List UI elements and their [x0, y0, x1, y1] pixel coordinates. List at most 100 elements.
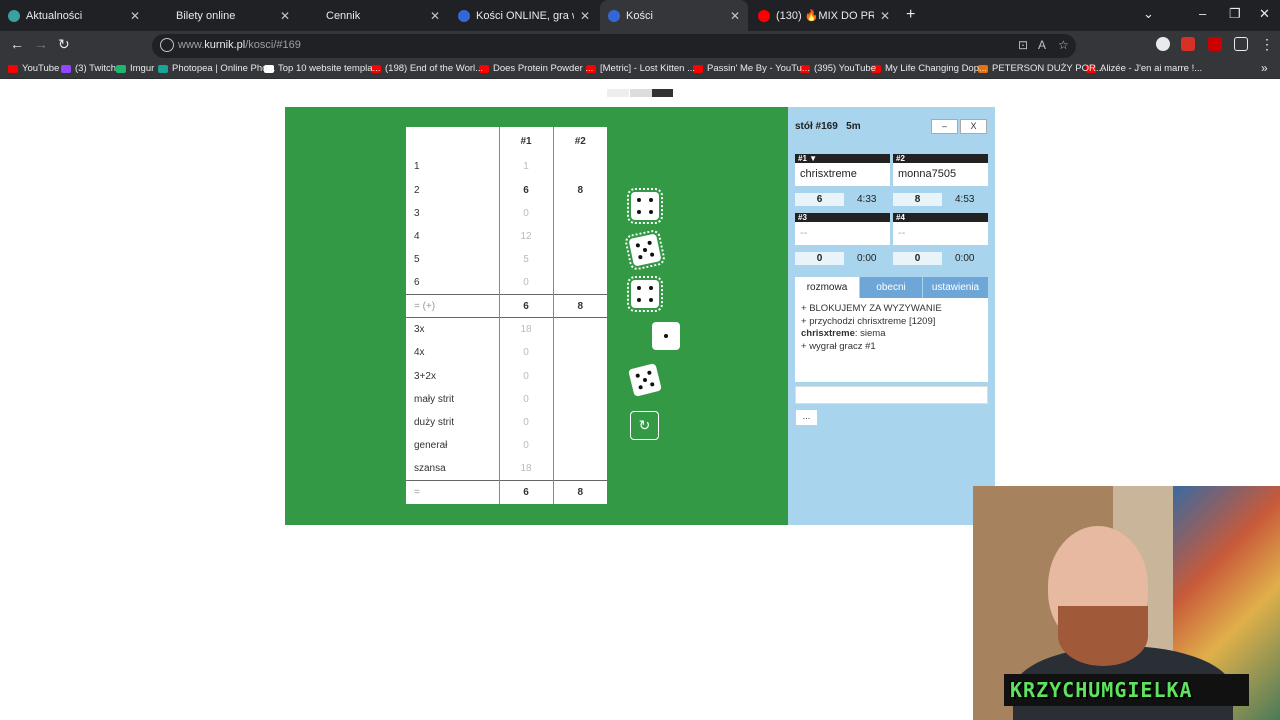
- browser-tab[interactable]: Bilety online ✕: [150, 0, 298, 31]
- tab-close-icon[interactable]: ✕: [730, 9, 740, 23]
- die-pip: [638, 254, 643, 260]
- browser-tab[interactable]: Kości ONLINE, gra w kości, zagr ✕: [450, 0, 598, 31]
- die[interactable]: [627, 276, 663, 312]
- score-cell-player2[interactable]: 8: [553, 179, 607, 202]
- bookmark-item[interactable]: Photopea | Online Pho...: [158, 63, 275, 74]
- browser-tab[interactable]: Cennik ✕: [300, 0, 448, 31]
- score-cell-player1[interactable]: 0: [499, 271, 554, 295]
- more-button[interactable]: ...: [796, 410, 817, 425]
- player-name[interactable]: --: [893, 222, 988, 245]
- tab-close-icon[interactable]: ✕: [130, 9, 140, 23]
- player-slot-header[interactable]: #2: [893, 154, 988, 163]
- score-cell-player2[interactable]: [553, 317, 607, 342]
- player-slot-header[interactable]: #1 ▼: [795, 154, 890, 163]
- score-cell-player1[interactable]: 0: [499, 387, 554, 411]
- score-cell-player2[interactable]: [553, 202, 607, 225]
- bookmark-item[interactable]: Imgur: [116, 63, 154, 74]
- tab-close-icon[interactable]: ✕: [580, 9, 590, 23]
- tab-search-icon[interactable]: ⌄: [1143, 6, 1154, 22]
- score-cell-player1[interactable]: 0: [499, 341, 554, 365]
- address-bar[interactable]: www.kurnik.pl/kosci/#169 ⊡ A ☆: [152, 34, 1076, 58]
- panel-tab-rozmowa[interactable]: rozmowa: [795, 277, 859, 298]
- chat-author[interactable]: chrisxtreme: [801, 328, 855, 339]
- tab-close-icon[interactable]: ✕: [880, 9, 890, 23]
- browser-tab[interactable]: Kości ✕: [600, 0, 748, 31]
- score-cell-player2[interactable]: [553, 411, 607, 434]
- install-icon[interactable]: ⊡: [1018, 38, 1028, 52]
- die-pip: [642, 377, 648, 383]
- die[interactable]: [623, 228, 667, 272]
- panel-tab-ustawienia[interactable]: ustawienia: [923, 277, 988, 298]
- die[interactable]: [627, 188, 663, 224]
- roll-button[interactable]: ↻: [630, 411, 659, 440]
- score-cell-player2[interactable]: [553, 388, 607, 411]
- new-tab-button[interactable]: +: [906, 6, 915, 24]
- score-cell-player2[interactable]: [553, 364, 607, 387]
- bookmark-item[interactable]: Passin' Me By - YouTu...: [693, 63, 810, 74]
- extension-adblock-icon[interactable]: [1181, 37, 1195, 51]
- translate-icon[interactable]: A: [1038, 38, 1046, 52]
- restore-window-icon[interactable]: ❐: [1229, 6, 1241, 22]
- bookmark-item[interactable]: PETERSON DUŻY POR...: [978, 63, 1104, 74]
- minimize-window-icon[interactable]: –: [1199, 6, 1206, 21]
- bookmark-item[interactable]: (3) Twitch: [61, 63, 116, 74]
- bookmark-item[interactable]: (395) YouTube: [800, 63, 876, 74]
- menu-kebab-icon[interactable]: ⋮: [1260, 36, 1274, 53]
- score-cell-player1[interactable]: 1: [499, 155, 554, 179]
- chat-message: + przychodzi chrisxtreme [1209]: [801, 316, 982, 329]
- extensions-puzzle-icon[interactable]: [1234, 37, 1248, 51]
- score-cell-player1[interactable]: 0: [499, 364, 554, 388]
- browser-tab[interactable]: Aktualności ✕: [0, 0, 148, 31]
- player-name[interactable]: monna7505: [893, 163, 988, 186]
- minimize-button[interactable]: –: [931, 119, 958, 134]
- webcam-person-beard: [1058, 606, 1148, 666]
- score-cell-player2[interactable]: [553, 434, 607, 457]
- close-button[interactable]: X: [960, 119, 987, 134]
- score-cell-player1[interactable]: 6: [499, 480, 554, 504]
- reload-icon[interactable]: ↻: [58, 36, 70, 53]
- score-cell-player2[interactable]: [553, 271, 607, 294]
- score-cell-player1[interactable]: 0: [499, 434, 554, 458]
- player-name[interactable]: chrisxtreme: [795, 163, 890, 186]
- player-slot-header[interactable]: #3: [795, 213, 890, 222]
- extension-youtube-icon[interactable]: [1208, 37, 1222, 51]
- close-window-icon[interactable]: ✕: [1259, 6, 1270, 22]
- forward-icon[interactable]: →: [34, 36, 48, 52]
- score-cell-player1[interactable]: 6: [499, 178, 554, 202]
- bookmark-item[interactable]: YouTube: [8, 63, 59, 74]
- score-cell-player2[interactable]: 8: [553, 294, 607, 318]
- browser-tab[interactable]: (130) 🔥MIX DO PRZETWA ✕: [750, 0, 898, 31]
- back-icon[interactable]: ←: [10, 36, 24, 52]
- player-name[interactable]: --: [795, 222, 890, 245]
- panel-tab-obecni[interactable]: obecni: [860, 277, 922, 298]
- score-cell-player2[interactable]: [553, 248, 607, 271]
- die[interactable]: [652, 322, 680, 350]
- tab-close-icon[interactable]: ✕: [430, 9, 440, 23]
- score-cell-player2[interactable]: [553, 341, 607, 364]
- bookmark-item[interactable]: Does Protein Powder ...: [479, 63, 593, 74]
- extension-x-icon[interactable]: [1156, 37, 1170, 51]
- score-cell-player1[interactable]: 12: [499, 225, 554, 249]
- score-cell-player2[interactable]: [553, 225, 607, 248]
- bookmarks-overflow-icon[interactable]: »: [1261, 61, 1268, 75]
- bookmark-item[interactable]: (198) End of the Worl...: [371, 63, 483, 74]
- score-cell-player1[interactable]: 18: [499, 317, 554, 342]
- tab-close-icon[interactable]: ✕: [280, 9, 290, 23]
- bookmark-star-icon[interactable]: ☆: [1058, 38, 1069, 52]
- score-cell-player1[interactable]: 6: [499, 294, 554, 318]
- table-title: stół #169 5m: [795, 121, 861, 132]
- score-cell-player1[interactable]: 18: [499, 457, 554, 481]
- score-cell-player2[interactable]: [553, 457, 607, 480]
- chat-input[interactable]: [795, 386, 988, 404]
- bookmark-item[interactable]: My Life Changing Dop...: [871, 63, 987, 74]
- score-cell-player2[interactable]: 8: [553, 480, 607, 504]
- score-cell-player1[interactable]: 5: [499, 248, 554, 272]
- bookmark-item[interactable]: Top 10 website templa...: [264, 63, 380, 74]
- score-cell-player1[interactable]: 0: [499, 410, 554, 435]
- score-cell-player2[interactable]: [553, 155, 607, 178]
- bookmark-item[interactable]: [Metric] - Lost Kitten ...: [586, 63, 695, 74]
- site-info-icon[interactable]: [160, 38, 174, 52]
- score-cell-player1[interactable]: 0: [499, 201, 554, 225]
- tab-title: Kości: [626, 9, 653, 22]
- player-slot-header[interactable]: #4: [893, 213, 988, 222]
